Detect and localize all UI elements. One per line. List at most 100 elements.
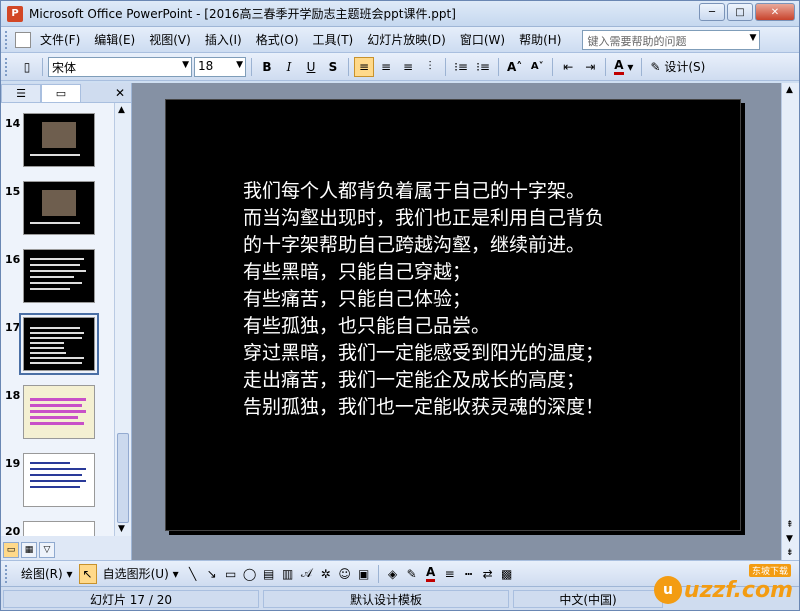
slide-thumbnail-image[interactable] (23, 521, 95, 536)
slide-text-box[interactable]: 我们每个人都背负着属于自己的十字架。 而当沟壑出现时，我们也正是利用自己背负 的… (243, 178, 604, 421)
decrease-font-icon[interactable]: A˅ (527, 57, 547, 77)
fill-color-icon[interactable]: ◈ (385, 566, 401, 582)
menu-tools[interactable]: 工具(T) (306, 29, 361, 51)
rectangle-icon[interactable]: ▭ (223, 566, 239, 582)
chevron-down-icon[interactable]: ▼ (182, 60, 189, 70)
toolbar-grip[interactable] (5, 30, 9, 49)
bold-button[interactable]: B (257, 57, 277, 77)
slide-text-line: 的十字架帮助自己跨越沟壑，继续前进。 (243, 234, 586, 256)
slides-tab[interactable]: ▭ (41, 83, 81, 102)
document-icon[interactable] (15, 31, 31, 48)
line-color-icon[interactable]: ✎ (404, 566, 420, 582)
next-slide-icon[interactable]: ⇟ (786, 548, 794, 558)
slide-thumbnail-16[interactable]: 16 (1, 249, 114, 309)
toolbar-grip[interactable] (5, 564, 9, 583)
title-bar[interactable]: P Microsoft Office PowerPoint - [2016高三春… (1, 1, 799, 27)
numbered-list-icon[interactable]: ⁝≡ (451, 57, 471, 77)
shadow-style-icon[interactable]: ▩ (499, 566, 515, 582)
increase-indent-icon[interactable]: ⇥ (580, 57, 600, 77)
close-button[interactable]: ✕ (755, 3, 795, 21)
slides-panel-scrollbar[interactable]: ▲ ▼ (114, 103, 131, 536)
slide-thumbnail-14[interactable]: 14 (1, 113, 114, 173)
font-name-select[interactable]: 宋体 ▼ (48, 56, 192, 77)
distribute-icon[interactable]: ⫶ (420, 57, 440, 77)
font-size-select[interactable]: 18 ▼ (194, 56, 246, 77)
toolbar-grip[interactable] (5, 57, 9, 76)
close-panel-icon[interactable]: ✕ (115, 86, 125, 100)
normal-view-icon[interactable]: ▭ (3, 542, 19, 558)
outline-tab[interactable]: ☰ (1, 83, 41, 102)
textbox-icon[interactable]: ▤ (261, 566, 277, 582)
bullet-list-icon[interactable]: ⁝≡ (473, 57, 493, 77)
scroll-down-icon[interactable]: ▼ (118, 524, 125, 534)
menu-slideshow[interactable]: 幻灯片放映(D) (360, 29, 453, 51)
slide-thumbnail-image[interactable] (23, 385, 95, 439)
text-line (30, 337, 82, 339)
vertical-textbox-icon[interactable]: ▥ (280, 566, 296, 582)
scroll-down-icon[interactable]: ▼ (786, 534, 793, 544)
scrollbar-thumb[interactable] (117, 433, 129, 523)
diagram-icon[interactable]: ✲ (318, 566, 334, 582)
align-center-icon[interactable]: ≡ (376, 57, 396, 77)
menu-view[interactable]: 视图(V) (142, 29, 198, 51)
powerpoint-app-icon[interactable]: P (7, 5, 23, 22)
slide-thumbnail-image[interactable] (23, 181, 95, 235)
text-line (30, 264, 80, 266)
new-document-icon[interactable]: ▯ (17, 57, 37, 77)
current-slide[interactable]: 我们每个人都背负着属于自己的十字架。 而当沟壑出现时，我们也正是利用自己背负 的… (165, 99, 741, 531)
arrow-style-icon[interactable]: ⇄ (480, 566, 496, 582)
line-style-icon[interactable]: ≡ (442, 566, 458, 582)
menu-help[interactable]: 帮助(H) (512, 29, 568, 51)
increase-font-icon[interactable]: A˄ (504, 57, 525, 77)
chevron-down-icon[interactable]: ▼ (750, 33, 757, 43)
scroll-up-icon[interactable]: ▲ (118, 105, 125, 115)
draw-menu-button[interactable]: 绘图(R) ▾ (18, 564, 76, 584)
picture-icon[interactable]: ▣ (356, 566, 372, 582)
arrow-icon[interactable]: ↘ (204, 566, 220, 582)
menu-format[interactable]: 格式(O) (249, 29, 306, 51)
slide-thumbnail-17[interactable]: 17 (1, 313, 114, 377)
oval-icon[interactable]: ◯ (242, 566, 258, 582)
photo-icon (42, 190, 76, 216)
menu-file[interactable]: 文件(F) (33, 29, 87, 51)
line-icon[interactable]: ╲ (185, 566, 201, 582)
slide-thumbnail-15[interactable]: 15 (1, 181, 114, 241)
slide-scrollbar[interactable]: ▲ ⇞ ▼ ⇟ (781, 83, 799, 560)
decrease-indent-icon[interactable]: ⇤ (558, 57, 578, 77)
chevron-down-icon[interactable]: ▼ (236, 60, 243, 70)
italic-button[interactable]: I (279, 57, 299, 77)
shadow-button[interactable]: S (323, 57, 343, 77)
scroll-up-icon[interactable]: ▲ (786, 85, 793, 95)
slide-thumbnail-image[interactable] (23, 453, 95, 507)
slideshow-view-icon[interactable]: ▽ (39, 542, 55, 558)
previous-slide-icon[interactable]: ⇞ (786, 520, 794, 530)
minimize-button[interactable]: ─ (699, 3, 725, 21)
slide-thumbnail-image[interactable] (23, 249, 95, 303)
menu-bar: 文件(F) 编辑(E) 视图(V) 插入(I) 格式(O) 工具(T) 幻灯片放… (1, 27, 799, 53)
slide-thumbnail-18[interactable]: 18 (1, 385, 114, 445)
help-search-input[interactable]: 键入需要帮助的问题 ▼ (582, 29, 761, 50)
slide-sorter-icon[interactable]: ▦ (21, 542, 37, 558)
slide-thumbnail-19[interactable]: 19 (1, 453, 114, 513)
text-line (30, 327, 80, 329)
toolbar-separator (605, 57, 607, 76)
autoshapes-button[interactable]: 自选图形(U) ▾ (100, 564, 182, 584)
font-color-icon[interactable]: A ▾ (611, 57, 636, 77)
menu-insert[interactable]: 插入(I) (198, 29, 249, 51)
text-line (30, 352, 66, 354)
maximize-button[interactable]: □ (727, 3, 753, 21)
menu-window[interactable]: 窗口(W) (453, 29, 512, 51)
underline-button[interactable]: U (301, 57, 321, 77)
menu-edit[interactable]: 编辑(E) (87, 29, 142, 51)
align-right-icon[interactable]: ≡ (398, 57, 418, 77)
slide-thumbnail-20[interactable]: 20 (1, 521, 114, 536)
wordart-icon[interactable]: 𝒜 (299, 566, 315, 582)
slide-thumbnail-image[interactable] (19, 313, 99, 375)
clipart-icon[interactable]: ☺ (337, 566, 353, 582)
font-color-icon[interactable]: A (423, 565, 439, 582)
select-pointer-icon[interactable]: ↖ (78, 563, 97, 584)
slide-thumbnail-image[interactable] (23, 113, 95, 167)
design-button[interactable]: ✎ 设计(S) (647, 57, 708, 77)
dash-style-icon[interactable]: ┅ (461, 566, 477, 582)
align-left-icon[interactable]: ≡ (354, 56, 374, 77)
